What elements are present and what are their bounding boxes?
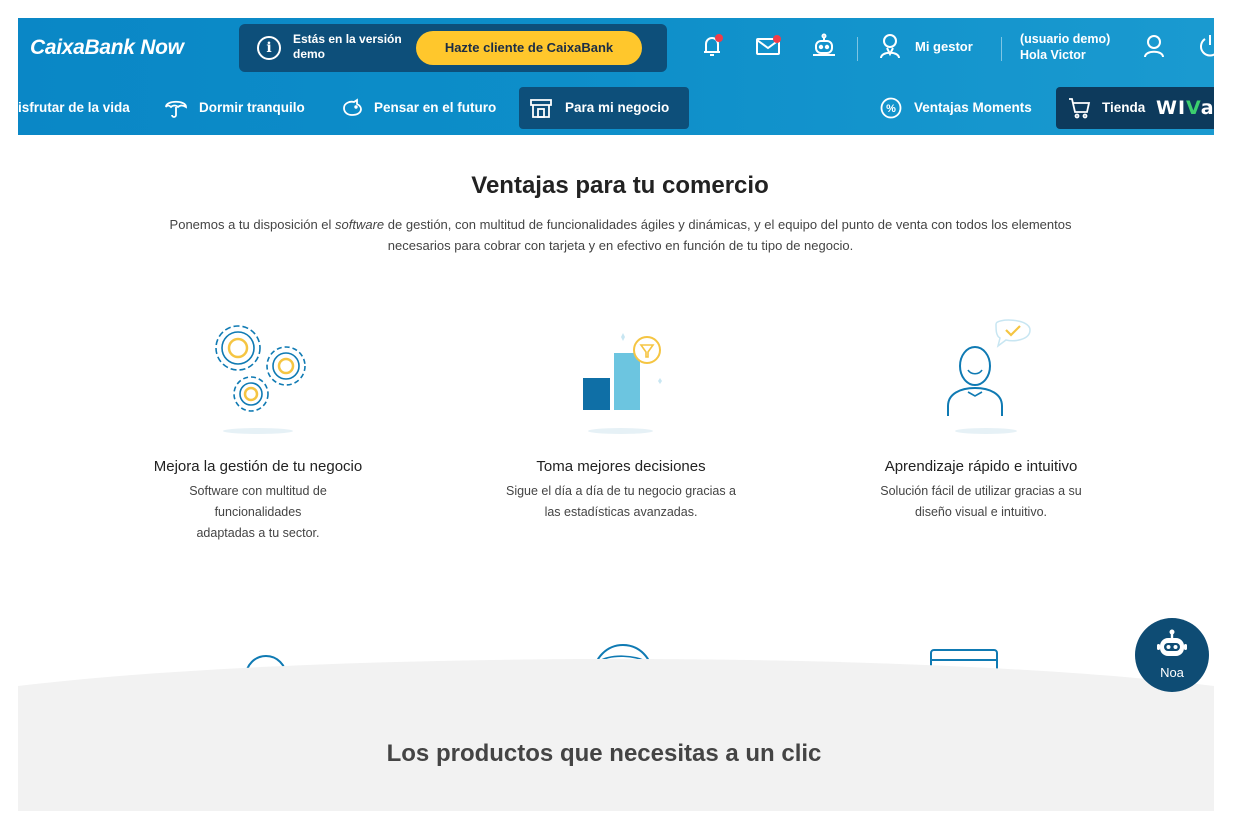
bell-notification-dot (715, 34, 723, 42)
feature-title: Toma mejores decisiones (536, 458, 706, 475)
wiva-suffix: a (1200, 97, 1214, 119)
logo[interactable]: CaixaBank Now (30, 36, 184, 60)
feature-line: Software con multitud de (189, 484, 327, 498)
nav-item-para-mi-negocio[interactable]: Para mi negocio (519, 87, 689, 129)
user-hello-label: Hola Victor (1020, 48, 1086, 62)
nav-item-label: Ventajas Moments (914, 100, 1032, 115)
feature-line: funcionalidades (214, 505, 302, 519)
products-section-bg (18, 659, 1214, 811)
store-label: Tienda (1102, 100, 1146, 115)
user-greeting: (usuario demo) Hola Victor (1020, 31, 1110, 63)
percent-icon: % (880, 97, 902, 119)
intro-emphasis: software (335, 217, 385, 232)
feature-card: Mejora la gestión de tu negocio Software… (113, 458, 403, 544)
advisor-icon (880, 34, 900, 59)
illustration-shadow (223, 428, 293, 434)
feature-card: Toma mejores decisiones Sigue el día a d… (476, 458, 766, 523)
person-icon (947, 319, 1031, 416)
feature-description: Software con multitud de funcionalidades a… (158, 481, 358, 544)
feature-line: adaptadas a tu sector. (196, 526, 320, 540)
illustration-shadow (955, 428, 1017, 434)
demo-notice-box: i Estás en la versión demo Hazte cliente… (239, 24, 667, 72)
intro-part: Ponemos a tu disposición el (169, 217, 336, 232)
store-icon (530, 99, 552, 118)
feature-title: Aprendizaje rápido e intuitivo (884, 458, 1078, 475)
main-nav: isfrutar de la vida Dormir tranquilo Pen… (18, 87, 1214, 129)
feature-line: diseño visual e intuitivo. (914, 505, 1048, 519)
become-client-button[interactable]: Hazte cliente de CaixaBank (416, 31, 642, 65)
feature-line: Solución fácil de utilizar gracias a su (880, 484, 1082, 498)
feature-title: Mejora la gestión de tu negocio (153, 458, 363, 475)
header-divider (857, 37, 858, 61)
svg-text:%: % (886, 103, 896, 115)
header-divider (1001, 37, 1002, 61)
cart-icon (1069, 98, 1091, 119)
store-button[interactable]: Tienda WIVa (1056, 87, 1214, 129)
intro-text: Ponemos a tu disposición el software de … (138, 214, 1103, 256)
mail-notification-dot (773, 35, 781, 43)
page-title: Ventajas para tu comercio (471, 172, 769, 199)
wiva-prefix: WI (1156, 97, 1187, 119)
robot-icon (1157, 629, 1187, 656)
nav-item-pensar[interactable]: Pensar en el futuro (340, 87, 510, 129)
power-icon[interactable] (1196, 32, 1214, 60)
header: CaixaBank Now i Estás en la versión demo… (18, 18, 1214, 135)
nav-item-label: Dormir tranquilo (199, 100, 305, 115)
bell-icon[interactable] (698, 32, 726, 60)
robot-icon[interactable] (810, 32, 838, 60)
nav-item-label: Pensar en el futuro (374, 100, 497, 115)
feature-line: Sigue el día a día de tu negocio gracias… (505, 484, 737, 498)
nav-item-ventajas-moments[interactable]: % Ventajas Moments (879, 87, 1049, 129)
demo-notice-text: Estás en la versión demo (293, 32, 402, 61)
nav-item-label: Para mi negocio (565, 100, 670, 115)
feature-description: Sigue el día a día de tu negocio gracias… (476, 481, 766, 523)
products-section-title: Los productos que necesitas a un clic (386, 740, 822, 767)
wiva-v: V (1186, 97, 1201, 119)
nav-item-disfrutar[interactable]: isfrutar de la vida (18, 87, 148, 129)
page-frame: CaixaBank Now i Estás en la versión demo… (18, 18, 1214, 811)
mail-icon[interactable] (754, 32, 782, 60)
my-advisor-label: Mi gestor (915, 39, 973, 54)
nav-item-label: isfrutar de la vida (18, 100, 130, 115)
nav-item-dormir[interactable]: Dormir tranquilo (164, 87, 324, 129)
user-icon[interactable] (1140, 32, 1168, 60)
umbrella-icon (165, 100, 187, 118)
gears-icon (215, 325, 306, 412)
user-demo-label: (usuario demo) (1020, 32, 1111, 46)
bar-chart-icon (583, 333, 662, 410)
top-bar: CaixaBank Now i Estás en la versión demo… (18, 18, 1214, 80)
noa-assistant-button[interactable]: Noa (1135, 618, 1209, 692)
feature-description: Solución fácil de utilizar gracias a su d… (836, 481, 1126, 523)
piggy-bank-icon (343, 98, 362, 116)
feature-card: Aprendizaje rápido e intuitivo Solución … (836, 458, 1126, 523)
feature-line: las estadísticas avanzadas. (544, 505, 698, 519)
noa-label: Noa (1160, 665, 1184, 680)
wiva-logo[interactable]: WIVa (1156, 87, 1214, 129)
intro-part: de gestión, con multitud de funcionalida… (384, 217, 1072, 253)
info-icon: i (257, 36, 281, 60)
illustration-shadow (588, 428, 653, 434)
